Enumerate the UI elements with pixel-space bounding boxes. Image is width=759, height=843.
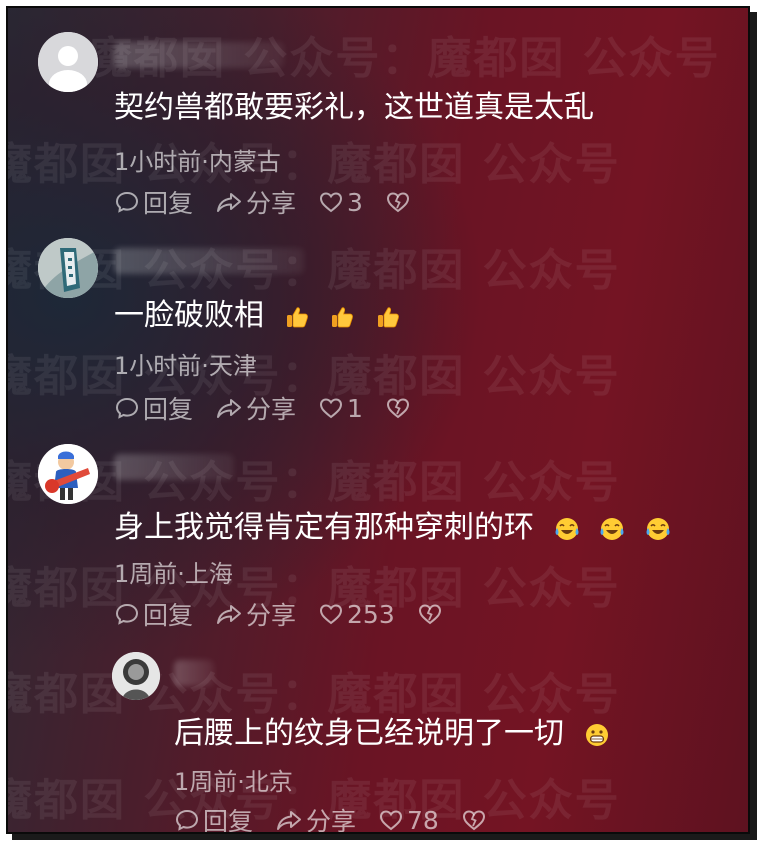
broken-heart-icon [462, 810, 485, 831]
comment-text: 契约兽都敢要彩礼，这世道真是太乱 [114, 90, 594, 125]
watermark-text: 魔都囡 公众号：魔都囡 公众号 [6, 245, 621, 296]
avatar[interactable] [38, 32, 98, 92]
broken-heart-icon [418, 604, 441, 625]
heart-icon [320, 398, 343, 419]
heart-icon [320, 604, 343, 625]
comment-actions: 回复 分享 253 [114, 596, 468, 632]
frame-shadow [12, 834, 757, 840]
comment-text-content: 一脸破败相 [114, 298, 264, 333]
broken-heart-icon [386, 192, 409, 213]
username-blurred[interactable] [174, 660, 214, 686]
share-button[interactable]: 分享 [215, 184, 296, 220]
frame-shadow [750, 12, 757, 840]
username-blurred[interactable] [114, 42, 284, 68]
comment-meta: 1周前·上海 [114, 560, 233, 588]
share-button[interactable]: 分享 [215, 390, 296, 426]
reply-bubble-icon [175, 809, 199, 831]
comment-panel: 魔都囡 公众号：魔都囡 公众号 魔都囡 公众号：魔都囡 公众号 魔都囡 公众号：… [6, 6, 750, 834]
comment-actions: 回复 分享 1 [114, 390, 436, 426]
share-button[interactable]: 分享 [275, 802, 357, 834]
reply-button[interactable]: 回复 [114, 184, 193, 220]
user-photo-avatar [38, 238, 98, 298]
watermark-text: 魔都囡 公众号：魔都囡 公众号 [6, 139, 621, 190]
like-button[interactable]: 253 [318, 600, 395, 629]
share-label: 分享 [306, 807, 357, 834]
reply-button[interactable]: 回复 [174, 802, 254, 834]
share-arrow-icon [217, 193, 242, 212]
avatar[interactable] [112, 652, 160, 700]
broken-heart-icon [386, 398, 409, 419]
default-avatar-icon [38, 32, 98, 92]
comment-text: 后腰上的纹身已经说明了一切 [174, 708, 610, 752]
heart-icon [320, 192, 343, 213]
user-photo-avatar [38, 444, 98, 504]
like-count: 78 [407, 805, 439, 834]
reply-label: 回复 [143, 189, 194, 218]
like-count: 1 [347, 393, 363, 423]
tears-of-joy-emoji-icon [600, 517, 624, 540]
reply-bubble-icon [115, 191, 139, 213]
dislike-button[interactable] [461, 807, 490, 832]
reply-label: 回复 [143, 395, 194, 424]
comment-actions: 回复 分享 3 [114, 184, 436, 220]
dislike-button[interactable] [385, 395, 414, 421]
like-count: 253 [347, 599, 395, 629]
comment-text: 一脸破败相 [114, 290, 401, 334]
comment-meta: 1小时前·天津 [114, 352, 257, 380]
avatar[interactable] [38, 444, 98, 504]
dislike-button[interactable] [417, 601, 446, 627]
share-label: 分享 [246, 189, 297, 218]
comment-meta: 1小时前·内蒙古 [114, 148, 281, 176]
comment-text-content: 身上我觉得肯定有那种穿刺的环 [114, 510, 534, 545]
comment-meta: 1周前·北京 [174, 768, 293, 796]
share-label: 分享 [246, 395, 297, 424]
reply-bubble-icon [115, 397, 139, 419]
comment-actions: 回复 分享 78 [174, 802, 512, 834]
thumbs-up-emoji-icon [332, 306, 354, 327]
like-button[interactable]: 3 [318, 188, 363, 217]
username-blurred[interactable] [114, 454, 234, 480]
heart-icon [380, 810, 403, 831]
dislike-button[interactable] [385, 189, 414, 215]
share-arrow-icon [277, 811, 302, 830]
reply-label: 回复 [203, 807, 254, 834]
comment-text: 身上我觉得肯定有那种穿刺的环 [114, 502, 671, 546]
comment-text-content: 后腰上的纹身已经说明了一切 [174, 716, 564, 751]
share-arrow-icon [217, 399, 242, 418]
tears-of-joy-emoji-icon [555, 517, 579, 540]
thumbs-up-emoji-icon [377, 306, 399, 327]
thumbs-up-emoji-icon [286, 306, 308, 327]
reply-button[interactable]: 回复 [114, 596, 193, 632]
reply-label: 回复 [143, 601, 194, 630]
grinning-face-emoji-icon [585, 723, 608, 746]
username-blurred[interactable] [114, 248, 304, 274]
like-button[interactable]: 1 [318, 394, 363, 423]
share-button[interactable]: 分享 [215, 596, 296, 632]
tears-of-joy-emoji-icon [646, 517, 670, 540]
share-label: 分享 [246, 601, 297, 630]
user-photo-avatar [112, 652, 160, 700]
like-button[interactable]: 78 [378, 805, 439, 834]
avatar[interactable] [38, 238, 98, 298]
reply-button[interactable]: 回复 [114, 390, 193, 426]
reply-bubble-icon [115, 603, 139, 625]
share-arrow-icon [217, 605, 242, 624]
like-count: 3 [347, 187, 363, 217]
watermark-text: 魔都囡 公众号：魔都囡 公众号 [6, 457, 621, 508]
